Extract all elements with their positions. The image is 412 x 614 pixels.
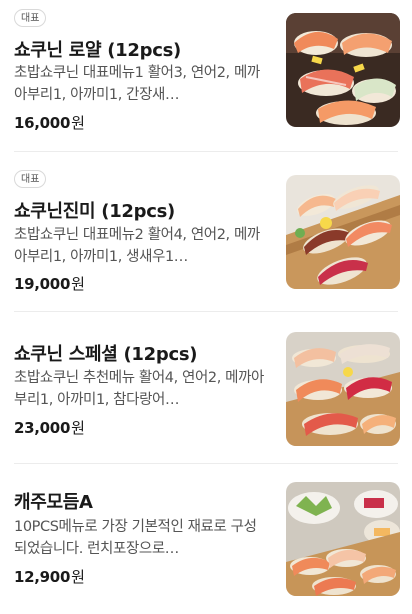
menu-item-description: 초밥쇼쿠닌 대표메뉴2 활어4, 연어2, 메까아부리1, 아까미1, 생새우1…	[14, 227, 260, 265]
menu-list: 대표 쇼쿠닌 로얄 (12pcs) 초밥쇼쿠닌 대표메뉴1 활어3, 연어2, …	[0, 0, 412, 614]
menu-item[interactable]: 쇼쿠닌 스페셜 (12pcs) 초밥쇼쿠닌 추천메뉴 활어4, 연어2, 메까아…	[0, 312, 412, 464]
menu-item-name: 쇼쿠닌진미 (12pcs)	[14, 201, 175, 222]
menu-item[interactable]: 대표 쇼쿠닌진미 (12pcs) 초밥쇼쿠닌 대표메뉴2 활어4, 연어2, 메…	[0, 152, 412, 312]
menu-item-name: 쇼쿠닌 스페셜 (12pcs)	[14, 344, 198, 365]
menu-item[interactable]: 대표 쇼쿠닌 로얄 (12pcs) 초밥쇼쿠닌 대표메뉴1 활어3, 연어2, …	[0, 0, 412, 152]
signature-badge: 대표	[14, 9, 47, 27]
menu-item-price: 23,000원	[14, 419, 85, 437]
menu-item[interactable]: 캐주모듬A 10PCS메뉴로 가장 기본적인 재료로 구성되었습니다. 런치포장…	[0, 464, 412, 614]
menu-item-price: 16,000원	[14, 114, 85, 132]
menu-item-description: 10PCS메뉴로 가장 기본적인 재료로 구성되었습니다. 런치포장으로…	[14, 519, 257, 557]
sushi-platter-image[interactable]	[286, 175, 400, 289]
sushi-platter-image[interactable]	[286, 332, 400, 446]
sushi-set-image[interactable]	[286, 482, 400, 596]
sushi-platter-image[interactable]	[286, 13, 400, 127]
signature-badge: 대표	[14, 170, 47, 188]
menu-item-description: 초밥쇼쿠닌 대표메뉴1 활어3, 연어2, 메까아부리1, 아까미1, 간장새…	[14, 65, 260, 103]
menu-item-name: 쇼쿠닌 로얄 (12pcs)	[14, 40, 181, 61]
menu-item-name: 캐주모듬A	[14, 492, 93, 513]
menu-item-price: 12,900원	[14, 568, 85, 586]
menu-item-description: 초밥쇼쿠닌 추천메뉴 활어4, 연어2, 메까아부리1, 아까미1, 참다랑어…	[14, 370, 264, 408]
menu-item-price: 19,000원	[14, 275, 85, 293]
